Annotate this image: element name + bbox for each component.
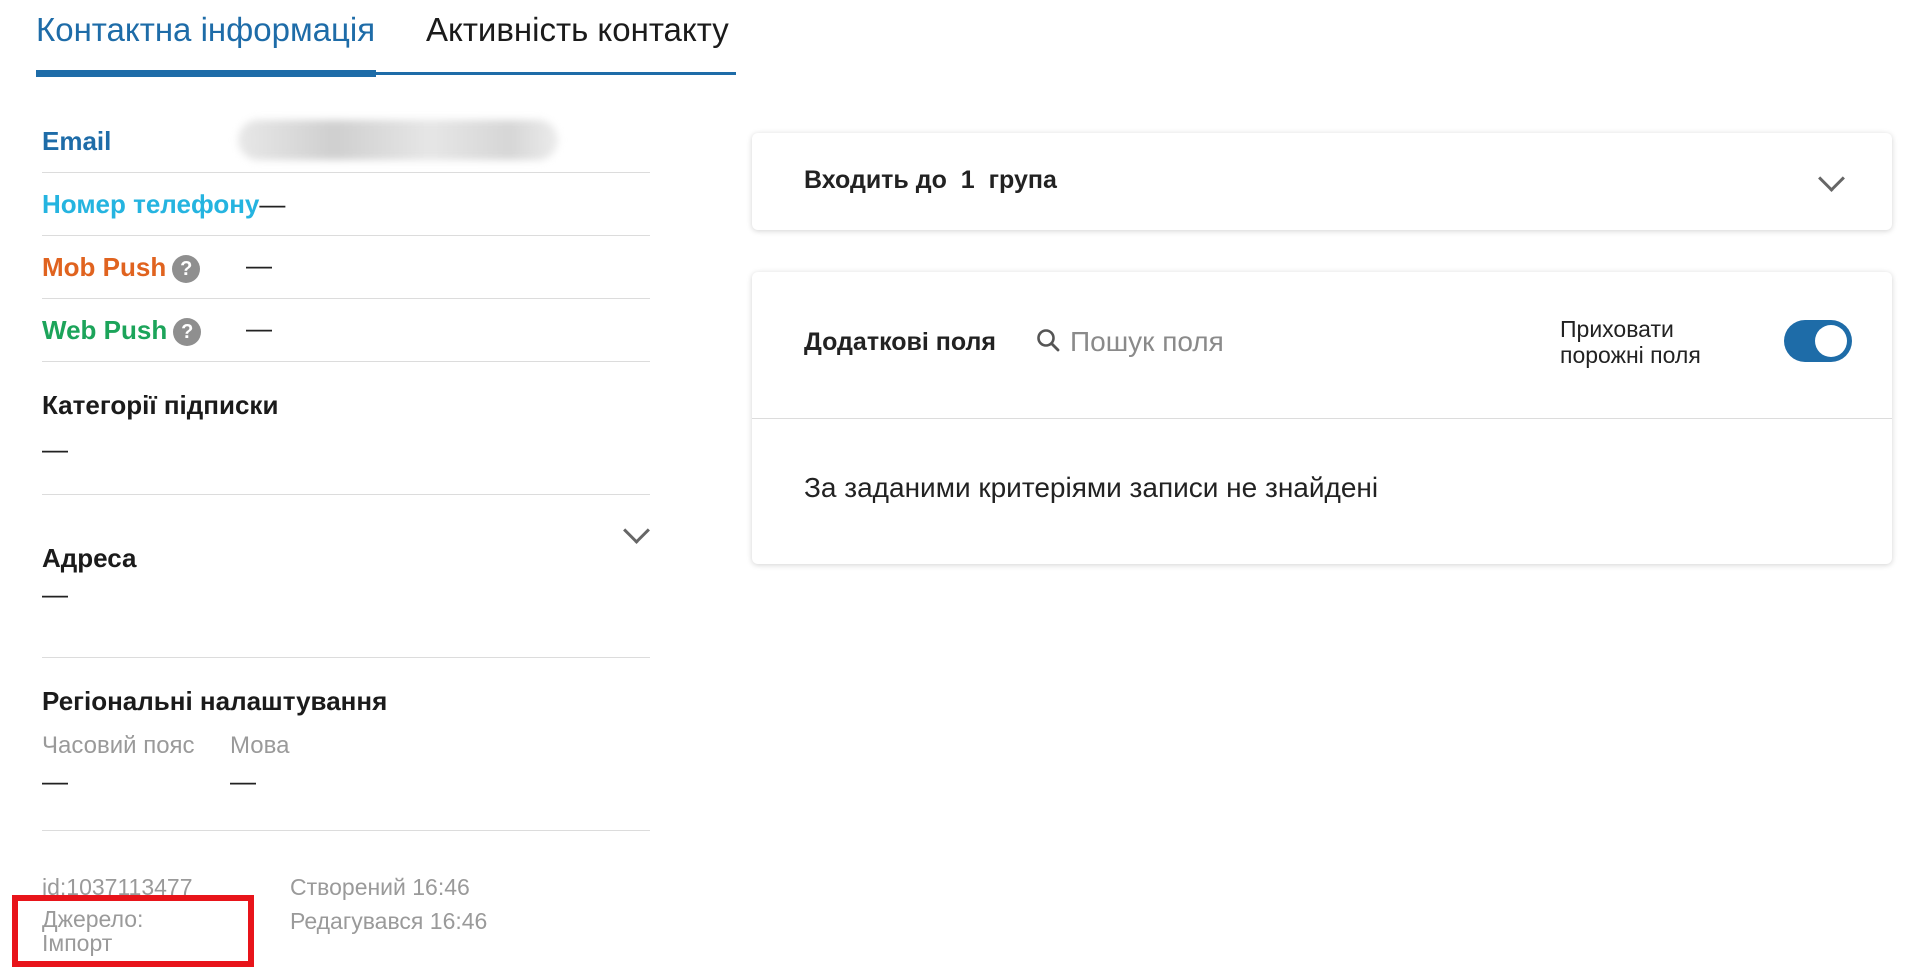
email-row: Email: [42, 110, 650, 173]
extra-fields-header: Додаткові поля Приховати порожні поля: [752, 272, 1892, 419]
subscription-categories-value: —: [42, 434, 68, 464]
hide-empty-label-line2: порожні поля: [1560, 342, 1701, 368]
empty-results-message: За заданими критеріями записи не знайден…: [804, 472, 1379, 503]
web-push-label-text: Web Push: [42, 315, 168, 345]
subscription-categories-section: Категорії підписки —: [42, 362, 650, 495]
groups-count: 1: [960, 166, 975, 194]
timezone-label: Часовий пояс: [42, 732, 195, 759]
mob-push-row: Mob Push? —: [42, 236, 650, 299]
phone-row: Номер телефону—: [42, 173, 650, 236]
language-value: —: [230, 766, 256, 796]
regional-settings-title: Регіональні налаштування: [42, 686, 388, 716]
help-icon[interactable]: ?: [172, 255, 201, 284]
groups-title: Входить до 1 група: [804, 166, 1057, 195]
web-push-row: Web Push? —: [42, 299, 650, 362]
email-value-blurred: [238, 120, 558, 160]
groups-suffix: група: [988, 166, 1057, 194]
timezone-value: —: [42, 766, 68, 796]
web-push-label: Web Push?: [42, 315, 202, 347]
groups-prefix: Входить до: [804, 166, 947, 194]
highlight-box: [12, 895, 254, 967]
phone-value: —: [259, 189, 286, 219]
hide-empty-toggle[interactable]: [1784, 320, 1852, 362]
groups-card[interactable]: Входить до 1 група: [752, 133, 1892, 230]
contact-info-panel: Email Номер телефону— Mob Push? — Web Pu…: [42, 110, 650, 831]
created-time: Створений 16:46: [290, 874, 470, 900]
web-push-value: —: [246, 313, 272, 343]
mob-push-label: Mob Push?: [42, 252, 201, 284]
mob-push-value: —: [246, 250, 272, 280]
chevron-down-icon[interactable]: [623, 517, 650, 544]
mob-push-label-text: Mob Push: [42, 252, 167, 282]
tab-active-indicator: [36, 70, 376, 77]
tab-contact-activity[interactable]: Активність контакту: [426, 10, 729, 50]
subscription-categories-title: Категорії підписки: [42, 390, 279, 420]
phone-label-text: Номер телефону: [42, 189, 260, 219]
hide-empty-label-line1: Приховати: [1560, 316, 1674, 342]
tab-bar: Контактна інформація Активність контакту: [36, 0, 736, 80]
address-section[interactable]: Адреса —: [42, 495, 650, 658]
extra-fields-title: Додаткові поля: [804, 328, 997, 356]
phone-label: Номер телефону—: [42, 189, 285, 219]
address-title: Адреса: [42, 543, 137, 573]
extra-fields-card: Додаткові поля Приховати порожні поля За…: [752, 272, 1892, 564]
tab-contact-info[interactable]: Контактна інформація: [36, 10, 375, 50]
edited-time: Редагувався 16:46: [290, 908, 488, 934]
address-value: —: [42, 579, 68, 609]
language-label: Мова: [230, 732, 290, 759]
search-field-input[interactable]: [1070, 326, 1430, 358]
regional-settings-section: Регіональні налаштування Часовий пояс — …: [42, 658, 650, 831]
hide-empty-label: Приховати порожні поля: [1560, 316, 1701, 368]
search-icon: [1037, 329, 1060, 352]
email-label: Email: [42, 126, 112, 156]
help-icon[interactable]: ?: [173, 318, 202, 347]
toggle-knob: [1815, 325, 1847, 357]
chevron-down-icon[interactable]: [1818, 165, 1845, 192]
